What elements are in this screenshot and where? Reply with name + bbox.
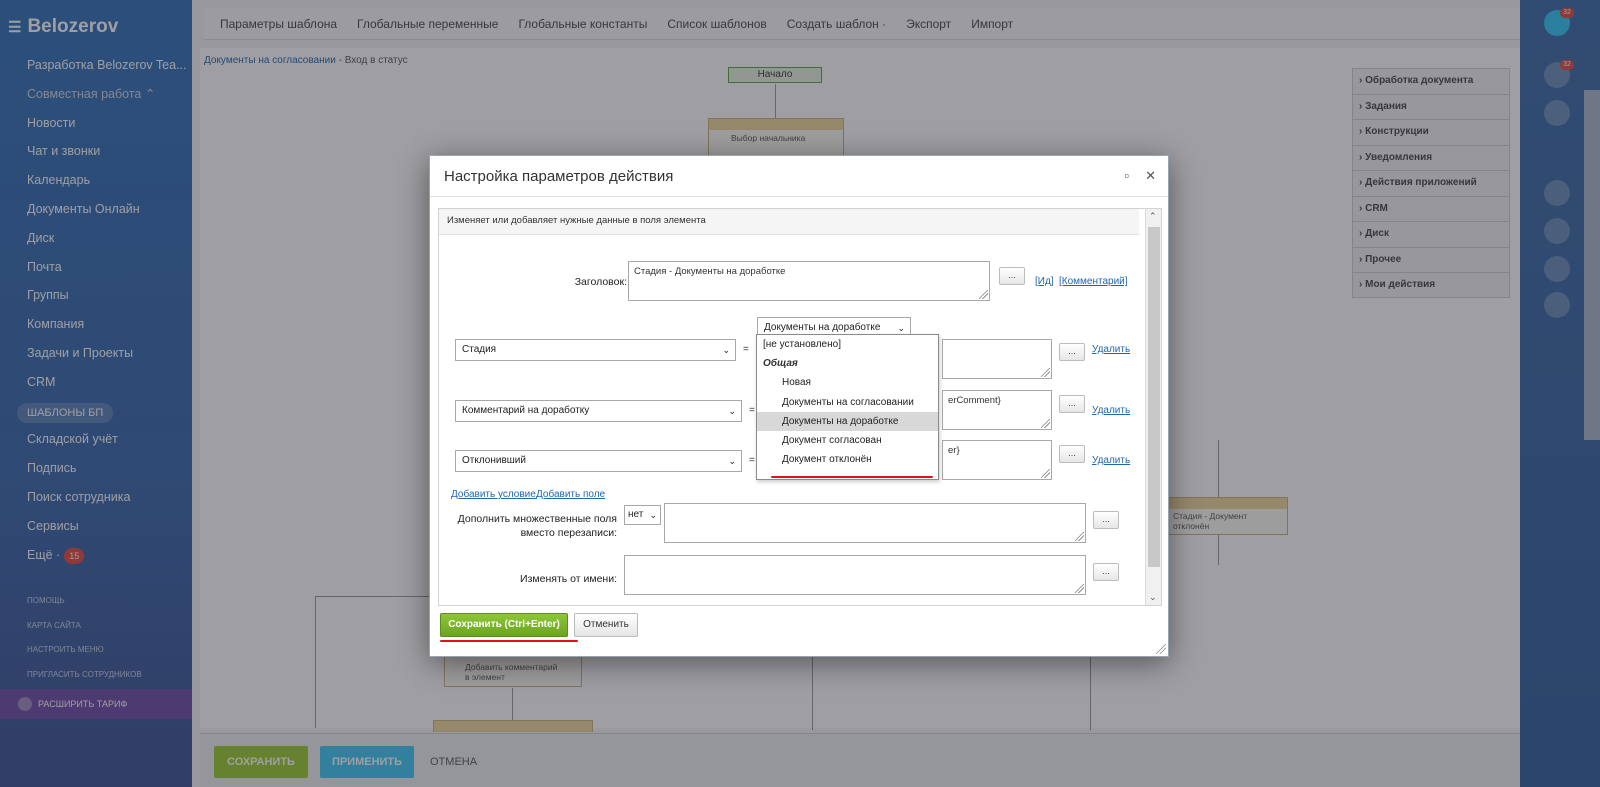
dropdown-option-on-approval[interactable]: Документы на согласовании — [757, 393, 938, 412]
dialog-save-button[interactable]: Сохранить (Ctrl+Enter) — [440, 613, 568, 637]
field-select-value: Стадия — [462, 344, 497, 355]
title-value: Стадия - Документы на доработке — [634, 266, 786, 277]
chevron-down-icon: ⌄ — [728, 456, 736, 466]
action-description: Изменяет или добавляет нужные данные в п… — [439, 209, 1139, 235]
row-value: er} — [948, 445, 960, 456]
chevron-down-icon: ⌄ — [728, 406, 736, 416]
add-field-link[interactable]: Добавить поле — [536, 489, 605, 500]
chevron-up-icon[interactable]: ⌃ — [1149, 211, 1157, 222]
delete-rejector-link[interactable]: Удалить — [1092, 455, 1130, 466]
append-label-line1: Дополнить множественные поля — [457, 513, 617, 525]
append-label-line2: вместо перезаписи: — [520, 527, 617, 539]
insert-comment-link[interactable]: [Комментарий] — [1059, 276, 1128, 287]
dropdown-option-new[interactable]: Новая — [757, 373, 938, 392]
field-select-stage[interactable]: Стадия ⌄ — [455, 339, 736, 361]
scrollbar-thumb[interactable] — [1148, 227, 1160, 567]
resize-handle-icon[interactable] — [1075, 532, 1084, 541]
stage-insert-button[interactable]: ... — [1059, 343, 1085, 361]
row-value: erComment} — [948, 395, 1001, 406]
field-select-comment[interactable]: Комментарий на доработку ⌄ — [455, 400, 742, 422]
comment-insert-button[interactable]: ... — [1059, 395, 1085, 413]
dialog-resize-icon[interactable] — [1156, 644, 1166, 654]
equals-sign: = — [743, 344, 749, 355]
append-textarea[interactable] — [664, 503, 1086, 543]
resize-handle-icon[interactable] — [1075, 584, 1084, 593]
dropdown-option-rejected[interactable]: Документ отклонён — [757, 450, 938, 469]
modify-as-textarea[interactable] — [624, 555, 1086, 595]
action-settings-dialog: Настройка параметров действия ▫ ✕ Изменя… — [429, 155, 1169, 657]
field-select-value: Отклонивший — [462, 455, 526, 466]
append-insert-button[interactable]: ... — [1093, 511, 1119, 529]
divider — [430, 196, 1168, 197]
close-icon[interactable]: ✕ — [1145, 168, 1156, 184]
equals-sign: = — [749, 405, 755, 416]
dropdown-option-none[interactable]: [не установлено] — [757, 335, 938, 354]
dialog-title: Настройка параметров действия — [444, 168, 674, 185]
field-select-rejector[interactable]: Отклонивший ⌄ — [455, 450, 742, 472]
insert-id-link[interactable]: [Ид] — [1035, 276, 1054, 287]
chevron-down-icon: ⌄ — [649, 510, 657, 520]
title-insert-button[interactable]: ... — [999, 267, 1025, 285]
stage-value-textarea[interactable] — [942, 339, 1052, 379]
rejector-value-textarea[interactable]: er} — [942, 440, 1052, 480]
dialog-body: Изменяет или добавляет нужные данные в п… — [438, 208, 1162, 606]
highlight-underline — [771, 476, 933, 478]
modify-as-label: Изменять от имени: — [520, 573, 617, 585]
resize-handle-icon[interactable] — [979, 290, 988, 299]
append-select[interactable]: нет ⌄ — [624, 505, 661, 525]
stage-selected-value: Документы на доработке — [764, 322, 881, 333]
title-textarea[interactable]: Стадия - Документы на доработке — [628, 261, 990, 301]
title-label: Заголовок: — [574, 276, 627, 288]
chevron-down-icon[interactable]: ⌄ — [1149, 592, 1157, 603]
field-select-value: Комментарий на доработку — [462, 405, 590, 416]
delete-stage-link[interactable]: Удалить — [1092, 344, 1130, 355]
dropdown-group-label: Общая — [763, 358, 798, 370]
dropdown-option-on-revision[interactable]: Документы на доработке — [757, 411, 938, 431]
rejector-insert-button[interactable]: ... — [1059, 445, 1085, 463]
dialog-controls: ▫ ✕ — [1124, 168, 1156, 184]
resize-handle-icon[interactable] — [1041, 469, 1050, 478]
dropdown-option-approved[interactable]: Документ согласован — [757, 431, 938, 450]
save-highlight-underline — [440, 640, 578, 642]
delete-comment-link[interactable]: Удалить — [1092, 405, 1130, 416]
comment-value-textarea[interactable]: erComment} — [942, 390, 1052, 430]
resize-handle-icon[interactable] — [1041, 368, 1050, 377]
stage-dropdown-list: [не установлено] Общая Новая Документы н… — [756, 334, 939, 480]
maximize-icon[interactable]: ▫ — [1124, 168, 1129, 184]
chevron-down-icon: ⌄ — [722, 345, 730, 355]
modify-as-insert-button[interactable]: ... — [1093, 563, 1119, 581]
add-condition-link[interactable]: Добавить условие — [451, 489, 536, 500]
append-value: нет — [628, 509, 644, 520]
dialog-scrollbar[interactable]: ⌃ ⌄ — [1145, 209, 1161, 605]
equals-sign: = — [749, 455, 755, 466]
dialog-cancel-button[interactable]: Отменить — [574, 613, 638, 637]
resize-handle-icon[interactable] — [1041, 419, 1050, 428]
